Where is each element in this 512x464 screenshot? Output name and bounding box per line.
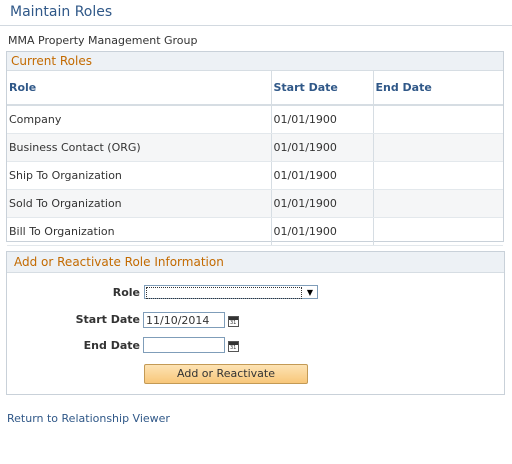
end-date-input[interactable]: [143, 337, 225, 353]
table-row: Company 01/01/1900: [7, 105, 503, 134]
role-cell: Bill To Organization: [7, 217, 272, 246]
role-cell: Business Contact (ORG): [7, 133, 272, 162]
end-date-cell: [373, 133, 503, 162]
start-date-label: Start Date: [75, 313, 140, 326]
table-row: Sold To Organization 01/01/1900: [7, 189, 503, 218]
roles-table: Role Start Date End Date Company 01/01/1…: [7, 71, 503, 246]
chevron-down-icon[interactable]: ▼: [305, 288, 315, 297]
table-row: Business Contact (ORG) 01/01/1900: [7, 133, 503, 162]
end-date-cell: [373, 217, 503, 246]
start-date-cell: 01/01/1900: [271, 189, 374, 218]
role-cell: Company: [7, 105, 272, 134]
end-date-cell: [373, 105, 503, 134]
table-header-row: Role Start Date End Date: [7, 71, 503, 106]
role-cell: Ship To Organization: [7, 161, 272, 190]
add-reactivate-header: Add or Reactivate Role Information: [7, 252, 504, 273]
end-date-label: End Date: [83, 339, 140, 352]
start-date-cell: 01/01/1900: [271, 161, 374, 190]
role-label: Role: [112, 286, 140, 299]
column-header-start-date[interactable]: Start Date: [271, 71, 374, 106]
end-date-cell: [373, 189, 503, 218]
current-roles-grid: Current Roles Role Start Date End Date C…: [6, 51, 504, 246]
add-reactivate-section: Add or Reactivate Role Information Role …: [6, 251, 505, 395]
title-divider: [0, 25, 512, 26]
table-row: Bill To Organization 01/01/1900: [7, 217, 503, 246]
role-select-value: [146, 287, 302, 299]
start-date-cell: 01/01/1900: [271, 105, 374, 134]
role-select[interactable]: ▼: [144, 285, 318, 299]
calendar-icon[interactable]: 31: [228, 316, 239, 327]
add-or-reactivate-button[interactable]: Add or Reactivate: [144, 364, 308, 384]
entity-name: MMA Property Management Group: [8, 34, 198, 47]
start-date-cell: 01/01/1900: [271, 217, 374, 246]
table-row: Ship To Organization 01/01/1900: [7, 161, 503, 190]
page-title: Maintain Roles: [10, 4, 113, 20]
column-header-end-date[interactable]: End Date: [373, 71, 503, 106]
column-header-role[interactable]: Role: [7, 71, 272, 106]
end-date-cell: [373, 161, 503, 190]
start-date-cell: 01/01/1900: [271, 133, 374, 162]
current-roles-header: Current Roles: [7, 52, 503, 71]
role-cell: Sold To Organization: [7, 189, 272, 218]
start-date-input[interactable]: [143, 312, 225, 328]
calendar-icon[interactable]: 31: [228, 341, 239, 352]
return-to-relationship-viewer-link[interactable]: Return to Relationship Viewer: [7, 412, 170, 425]
